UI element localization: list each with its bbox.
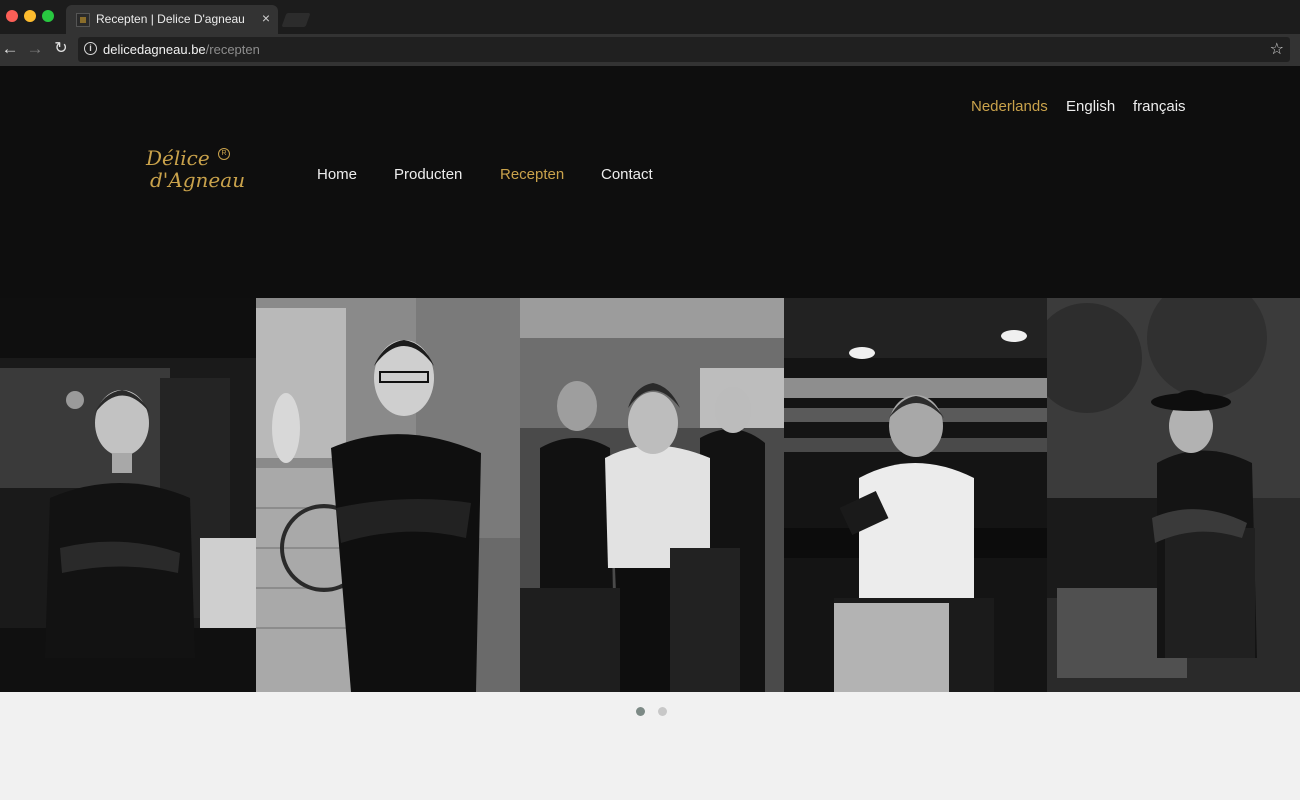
maximize-window-button[interactable] bbox=[42, 10, 54, 22]
slider-dot-1[interactable] bbox=[636, 707, 645, 716]
chef-slider[interactable] bbox=[0, 298, 1300, 692]
chef-portrait-1 bbox=[0, 298, 256, 692]
slider-dot-2[interactable] bbox=[658, 707, 667, 716]
star-icon[interactable]: ☆ bbox=[1270, 39, 1284, 59]
nav-item-producten[interactable]: Producten bbox=[394, 166, 462, 183]
nav-item-contact[interactable]: Contact bbox=[601, 166, 653, 183]
nav-item-home[interactable]: Home bbox=[317, 166, 357, 183]
logo-text-line2: d'Agneau bbox=[150, 168, 246, 192]
browser-tab-active[interactable]: Recepten | Delice D'agneau × bbox=[66, 5, 278, 34]
site-logo[interactable]: Délice R d'Agneau bbox=[138, 140, 245, 210]
tab-title: Recepten | Delice D'agneau bbox=[96, 12, 245, 26]
tab-strip: Recepten | Delice D'agneau × bbox=[0, 0, 1300, 34]
tab-close-icon[interactable]: × bbox=[262, 10, 270, 26]
reload-icon[interactable]: ↻ bbox=[51, 39, 71, 59]
forward-arrow-icon[interactable]: → bbox=[25, 39, 45, 59]
chef-group-portrait bbox=[520, 298, 784, 692]
language-nederlands[interactable]: Nederlands bbox=[971, 98, 1048, 115]
url-text[interactable]: delicedagneau.be/recepten bbox=[103, 42, 260, 57]
logo-text-line1: Délice bbox=[146, 146, 210, 170]
language-francais[interactable]: français bbox=[1133, 98, 1186, 115]
registered-mark-icon: R bbox=[218, 148, 230, 160]
info-icon[interactable]: i bbox=[84, 42, 97, 55]
new-tab-button[interactable] bbox=[281, 13, 311, 27]
browser-chrome: Recepten | Delice D'agneau × ← → ↻ i del… bbox=[0, 0, 1300, 66]
browser-toolbar: ← → ↻ i delicedagneau.be/recepten ☆ bbox=[0, 34, 1300, 66]
chef-portrait-2 bbox=[256, 298, 520, 692]
language-english[interactable]: English bbox=[1066, 98, 1115, 115]
favicon-icon bbox=[76, 13, 90, 27]
chef-portrait-4 bbox=[784, 298, 1047, 692]
site-header: Nederlands English français Délice R d'A… bbox=[0, 66, 1300, 298]
nav-item-recepten[interactable]: Recepten bbox=[500, 166, 564, 183]
minimize-window-button[interactable] bbox=[24, 10, 36, 22]
url-host: delicedagneau.be bbox=[103, 42, 206, 57]
slider-pagination bbox=[0, 707, 1300, 717]
back-arrow-icon[interactable]: ← bbox=[0, 39, 20, 59]
chef-portrait-5 bbox=[1047, 298, 1300, 692]
address-bar[interactable]: i delicedagneau.be/recepten ☆ bbox=[78, 37, 1290, 62]
close-window-button[interactable] bbox=[6, 10, 18, 22]
url-path: /recepten bbox=[205, 42, 260, 57]
